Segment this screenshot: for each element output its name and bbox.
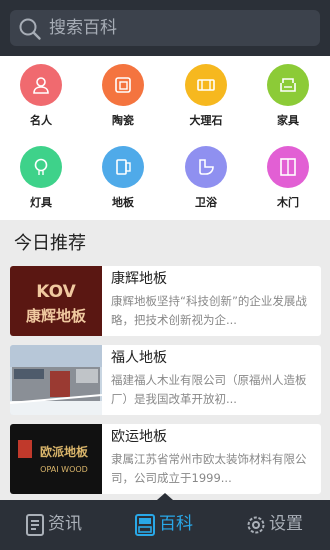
toilet-icon [185,146,227,188]
news-icon [26,514,44,536]
tab-label: 设置 [269,514,303,534]
top-bar: 搜索百科 [0,0,330,56]
bulb-icon [20,146,62,188]
card-title: 福人地板 [111,350,167,366]
brand-logo-image: KOV 康辉地板 [10,266,102,336]
marble-icon [185,64,227,106]
category-lighting[interactable]: 灯具 [0,138,82,218]
category-label: 木门 [277,196,299,209]
recommendation-card[interactable]: KOV 康辉地板 康辉地板 康辉地板坚持“科技创新”的企业发展战略，把技术创新视… [10,266,321,336]
category-ceramics[interactable]: 陶瓷 [82,56,164,136]
card-title: 康辉地板 [111,271,167,287]
section-title: 今日推荐 [14,233,86,254]
card-title: 欧运地板 [111,429,167,445]
tab-encyclopedia[interactable]: 百科 [110,500,220,550]
brand-logo-image: 欧派地板 OPAI WOOD [10,424,102,494]
category-label: 陶瓷 [112,114,134,127]
tab-label: 资讯 [48,514,82,534]
card-description: 隶属江苏省常州市欧太装饰材料有限公司，公司成立于1999... [111,452,307,485]
brand-logo-text: KOV [36,282,76,302]
category-bathroom[interactable]: 卫浴 [165,138,247,218]
card-description: 康辉地板坚持“科技创新”的企业发展战略，把技术创新视为企... [111,294,307,327]
person-icon [20,64,62,106]
category-label: 地板 [112,196,134,209]
tile-icon [102,64,144,106]
search-input[interactable]: 搜索百科 [10,10,320,46]
category-label: 家具 [277,114,299,127]
active-tab-indicator [157,493,173,500]
category-celebrity[interactable]: 名人 [0,56,82,136]
category-furniture[interactable]: 家具 [247,56,329,136]
category-label: 大理石 [189,114,223,127]
tab-label: 百科 [159,514,193,534]
tab-news[interactable]: 资讯 [0,500,110,550]
brand-logo-text: 康辉地板 [26,307,87,325]
category-label: 卫浴 [195,196,217,209]
recommendation-card[interactable]: 福人地板 福建福人木业有限公司（原福州人造板厂）是我国改革开放初... [10,345,321,415]
gear-icon [247,516,265,534]
brand-logo-text: OPAI WOOD [40,465,88,474]
search-icon [19,18,41,40]
encyclopedia-icon [135,514,155,536]
category-doors[interactable]: 木门 [247,138,329,218]
door-icon [267,146,309,188]
category-label: 名人 [30,114,52,127]
brand-logo-text: 欧派地板 [40,444,89,459]
floor-icon [102,146,144,188]
recommendation-card[interactable]: 欧派地板 OPAI WOOD 欧运地板 隶属江苏省常州市欧太装饰材料有限公司，公… [10,424,321,494]
card-description: 福建福人木业有限公司（原福州人造板厂）是我国改革开放初... [111,373,307,406]
tab-settings[interactable]: 设置 [220,500,330,550]
factory-photo [10,345,102,415]
sofa-icon [267,64,309,106]
search-placeholder: 搜索百科 [49,18,117,38]
category-label: 灯具 [30,196,52,209]
category-grid: 名人 陶瓷 大理石 家具 灯具 地板 卫浴 木门 [0,56,330,220]
bottom-tab-bar: 资讯 百科 设置 [0,493,330,550]
category-marble[interactable]: 大理石 [165,56,247,136]
category-flooring[interactable]: 地板 [82,138,164,218]
